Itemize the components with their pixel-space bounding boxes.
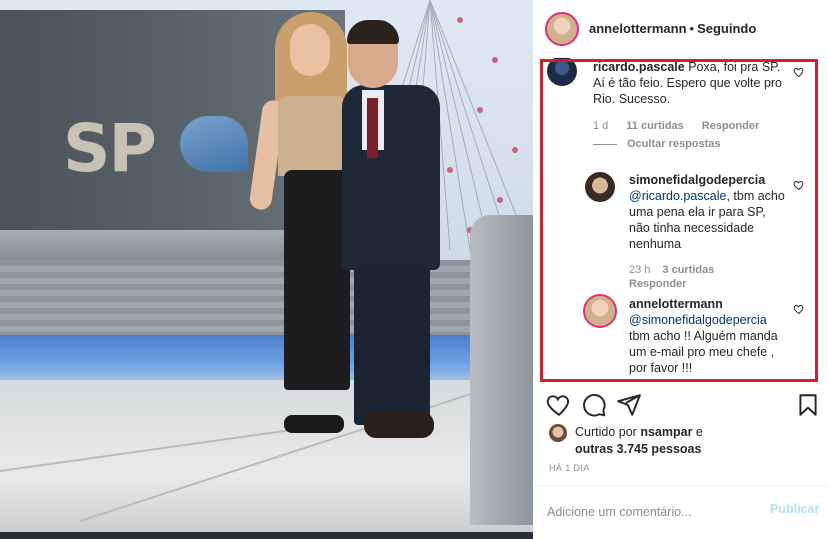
reply-button[interactable]: Responder <box>702 120 759 132</box>
avatar[interactable] <box>549 424 567 442</box>
man-hair <box>347 20 399 44</box>
add-comment-bar: Publicar <box>533 485 828 539</box>
small-heart-icon[interactable] <box>793 303 805 315</box>
comment-icon[interactable] <box>581 392 607 418</box>
header-text: annelottermann • Seguindo <box>589 21 756 36</box>
hide-replies-button[interactable]: Ocultar respostas <box>593 138 721 150</box>
post-timestamp[interactable]: HÁ 1 DIA <box>549 463 590 473</box>
reply-body: tbm acho !! Alguém manda um e-mail pro m… <box>629 329 778 375</box>
post-side-panel: annelottermann • Seguindo ricardo.pascale … <box>533 0 828 539</box>
post-header: annelottermann • Seguindo <box>533 0 828 58</box>
header-separator: • <box>689 21 695 36</box>
man-legs <box>354 265 430 425</box>
reply-button[interactable]: Responder <box>629 278 686 290</box>
author-username[interactable]: annelottermann <box>589 21 687 36</box>
liked-by-prefix: Curtido por <box>575 425 637 439</box>
follow-status-button[interactable]: Seguindo <box>697 21 756 36</box>
reply-text: simonefidalgodepercia @ricardo.pascale, … <box>629 172 789 252</box>
man-suit <box>342 85 440 270</box>
reply-time: 23 h <box>629 264 651 276</box>
comment-text: ricardo.pascale Poxa, foi pra SP. Aí é t… <box>593 59 783 107</box>
avatar[interactable] <box>585 172 615 202</box>
man-shoes <box>364 412 434 438</box>
reply-mention[interactable]: @simonefidalgodepercia <box>629 313 767 327</box>
comment-username[interactable]: ricardo.pascale <box>593 60 685 74</box>
comment-input[interactable] <box>547 502 757 522</box>
sp-logo-text: SP <box>63 110 157 187</box>
publish-button[interactable]: Publicar <box>770 502 819 516</box>
reply-username[interactable]: annelottermann <box>629 297 723 311</box>
avatar[interactable] <box>583 294 617 328</box>
comment-meta: 1 d 11 curtidas Responder <box>593 120 759 132</box>
hide-replies-label: Ocultar respostas <box>627 138 721 150</box>
liked-by-connector: e <box>695 425 703 439</box>
bottom-strip <box>0 532 533 539</box>
comment-likes[interactable]: 11 curtidas <box>626 120 683 132</box>
small-heart-icon[interactable] <box>793 66 805 78</box>
avatar[interactable] <box>545 11 579 46</box>
comment-time: 1 d <box>593 120 609 132</box>
liked-by-text: Curtido por nsampar e outras 3.745 pesso… <box>575 424 703 458</box>
heart-icon[interactable] <box>546 392 572 418</box>
woman-face <box>290 24 330 76</box>
liked-by-others[interactable]: outras 3.745 pessoas <box>575 442 701 456</box>
comments-list[interactable]: ricardo.pascale Poxa, foi pra SP. Aí é t… <box>533 58 828 388</box>
reply-mention[interactable]: @ricardo.pascale <box>629 189 726 203</box>
divider <box>593 143 617 145</box>
liked-by-user[interactable]: nsampar <box>640 425 692 439</box>
woman-top <box>278 96 348 176</box>
woman-shoes <box>284 415 344 433</box>
studio-camera <box>470 215 533 525</box>
man-tie <box>367 98 378 158</box>
avatar[interactable] <box>547 58 577 86</box>
woman-pants <box>284 170 350 390</box>
action-bar <box>533 392 828 422</box>
share-icon[interactable] <box>616 392 642 418</box>
post-photo[interactable]: SP <box>0 0 533 539</box>
liked-by: Curtido por nsampar e outras 3.745 pesso… <box>549 424 703 458</box>
small-heart-icon[interactable] <box>793 179 805 191</box>
sp-logo-badge <box>180 116 248 172</box>
bookmark-icon[interactable] <box>795 392 821 418</box>
reply-meta: 23 h 3 curtidas Responder <box>629 264 769 290</box>
reply-likes[interactable]: 3 curtidas <box>662 264 714 276</box>
reply-text: annelottermann @simonefidalgodepercia tb… <box>629 296 789 376</box>
reply-username[interactable]: simonefidalgodepercia <box>629 173 765 187</box>
